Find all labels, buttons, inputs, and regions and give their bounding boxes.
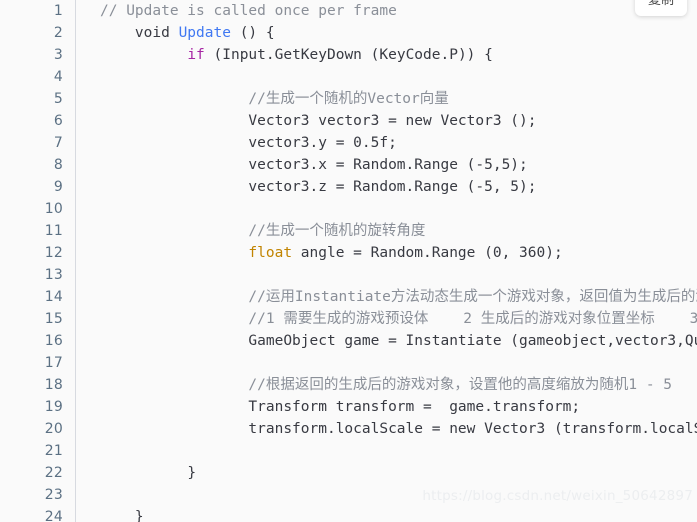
code-line: Transform transform = game.transform; xyxy=(100,396,697,418)
line-number: 23 xyxy=(44,487,63,503)
code-line-list: // Update is called once per frame void … xyxy=(100,0,697,522)
code-token-type: float xyxy=(248,245,293,261)
line-number: 13 xyxy=(44,267,63,283)
code-line: //生成一个随机的Vector向量 xyxy=(100,88,697,110)
line-number: 18 xyxy=(44,377,63,393)
code-token-plain: vector3.x = Random.Range (-5,5); xyxy=(248,157,528,173)
line-number: 3 xyxy=(53,47,63,63)
line-number: 21 xyxy=(44,443,63,459)
line-number: 1 xyxy=(53,3,63,19)
line-number-list: 1 2 3 4 5 6 7 8 9 10 11 12 13 14 15 16 17 18 19 20 21 22 23 24 xyxy=(45,0,63,522)
code-line: //生成一个随机的旋转角度 xyxy=(100,220,697,242)
watermark-text: https://blog.csdn.net/weixin_50642897 xyxy=(422,488,693,504)
code-line: vector3.y = 0.5f; xyxy=(100,132,697,154)
line-number: 14 xyxy=(44,289,63,305)
code-token-comment: //运用Instantiate方法动态生成一个游戏对象，返回值为生成后的游戏对象 xyxy=(248,289,697,305)
line-number: 9 xyxy=(53,179,63,195)
code-line: if (Input.GetKeyDown (KeyCode.P)) { xyxy=(100,44,697,66)
code-line: //1 需要生成的游戏预设体 2 生成后的游戏对象位置坐标 3 是否需要 xyxy=(100,308,697,330)
code-line: void Update () { xyxy=(100,22,697,44)
code-token-fn: Update xyxy=(178,25,231,41)
code-line: // Update is called once per frame xyxy=(100,0,697,22)
line-number: 8 xyxy=(53,157,63,173)
copy-button[interactable]: 复制 xyxy=(635,0,687,16)
line-number: 20 xyxy=(44,421,63,437)
code-line: transform.localScale = new Vector3 (tran… xyxy=(100,418,697,440)
line-number: 15 xyxy=(44,311,63,327)
line-number: 17 xyxy=(44,355,63,371)
code-line: } xyxy=(100,506,697,522)
code-token-plain: GameObject game = Instantiate (gameobjec… xyxy=(248,333,697,349)
code-line: //根据返回的生成后的游戏对象，设置他的高度缩放为随机1 - 5 xyxy=(100,374,697,396)
code-token-plain: angle = Random.Range (0, 360); xyxy=(292,245,563,261)
code-token-plain: vector3.y = 0.5f; xyxy=(248,135,397,151)
code-token-comment: //生成一个随机的Vector向量 xyxy=(248,91,449,107)
code-line: Vector3 vector3 = new Vector3 (); xyxy=(100,110,697,132)
code-token-plain: } xyxy=(187,465,197,481)
code-token-plain: () { xyxy=(230,25,275,41)
code-line: //运用Instantiate方法动态生成一个游戏对象，返回值为生成后的游戏对象 xyxy=(100,286,697,308)
code-token-plain: void xyxy=(134,25,179,41)
line-number: 19 xyxy=(44,399,63,415)
code-line: GameObject game = Instantiate (gameobjec… xyxy=(100,330,697,352)
code-line: vector3.x = Random.Range (-5,5); xyxy=(100,154,697,176)
line-number-gutter: 1 2 3 4 5 6 7 8 9 10 11 12 13 14 15 16 17 18 19 20 21 22 23 24 xyxy=(0,0,76,522)
copy-button-label: 复制 xyxy=(647,0,674,8)
line-number: 6 xyxy=(53,113,63,129)
line-number: 16 xyxy=(44,333,63,349)
code-line: float angle = Random.Range (0, 360); xyxy=(100,242,697,264)
code-block: 1 2 3 4 5 6 7 8 9 10 11 12 13 14 15 16 17 18 19 20 21 22 23 24 … xyxy=(0,0,697,522)
code-line: vector3.z = Random.Range (-5, 5); xyxy=(100,176,697,198)
line-number: 24 xyxy=(44,509,63,522)
code-token-keyword: if xyxy=(187,47,205,63)
code-token-comment: //1 需要生成的游戏预设体 2 生成后的游戏对象位置坐标 3 是否需要 xyxy=(248,311,697,327)
line-number: 11 xyxy=(44,223,63,239)
code-token-plain: Vector3 vector3 = new Vector3 (); xyxy=(248,113,537,129)
code-content-area[interactable]: // Update is called once per frame void … xyxy=(76,0,697,522)
code-token-plain: Transform transform = game.transform; xyxy=(248,399,581,415)
code-token-plain: transform.localScale = new Vector3 (tran… xyxy=(248,421,697,437)
code-token-comment: // Update is called once per frame xyxy=(100,3,397,19)
code-token-plain: (Input.GetKeyDown (KeyCode.P)) { xyxy=(204,47,493,63)
line-number: 12 xyxy=(44,245,63,261)
code-token-comment: //根据返回的生成后的游戏对象，设置他的高度缩放为随机1 - 5 xyxy=(248,377,673,393)
line-number: 22 xyxy=(44,465,63,481)
code-line: } xyxy=(100,462,697,484)
code-token-plain: } xyxy=(134,509,144,522)
code-token-comment: //生成一个随机的旋转角度 xyxy=(248,223,426,239)
line-number: 10 xyxy=(44,201,63,217)
line-number: 4 xyxy=(53,69,63,85)
line-number: 5 xyxy=(53,91,63,107)
line-number: 2 xyxy=(53,25,63,41)
line-number: 7 xyxy=(53,135,63,151)
code-token-plain: vector3.z = Random.Range (-5, 5); xyxy=(248,179,537,195)
